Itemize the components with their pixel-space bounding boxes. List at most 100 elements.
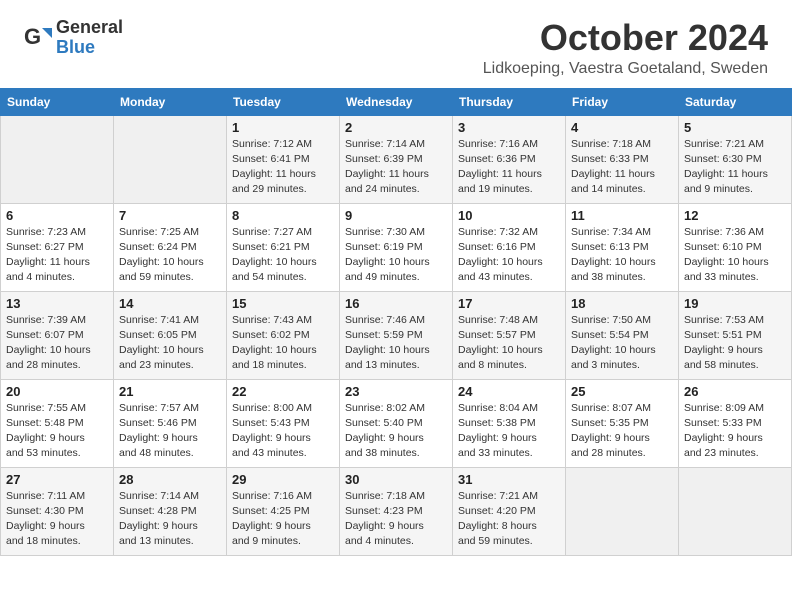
day-number: 28 (119, 472, 221, 487)
logo-general-text: General Blue (56, 18, 123, 58)
day-number: 27 (6, 472, 108, 487)
day-number: 12 (684, 208, 786, 223)
svg-text:G: G (24, 24, 41, 49)
day-info: Sunrise: 7:53 AM Sunset: 5:51 PM Dayligh… (684, 313, 786, 374)
logo: G General Blue (24, 18, 123, 58)
calendar-day-cell: 20Sunrise: 7:55 AM Sunset: 5:48 PM Dayli… (1, 379, 114, 467)
calendar-day-cell (114, 115, 227, 203)
calendar-day-cell: 10 Sunrise: 7:32 AM Sunset: 6:16 PM Dayli… (453, 203, 566, 291)
day-number: 7 (119, 208, 221, 223)
day-number: 14 (119, 296, 221, 311)
calendar-week-row: 1Sunrise: 7:12 AM Sunset: 6:41 PM Daylig… (1, 115, 792, 203)
calendar-day-cell: 13Sunrise: 7:39 AM Sunset: 6:07 PM Dayli… (1, 291, 114, 379)
day-info: Sunrise: 7:32 AM Sunset: 6:16 PM Dayligh… (458, 225, 560, 286)
day-number: 19 (684, 296, 786, 311)
day-info: Sunrise: 7:21 AM Sunset: 6:30 PM Dayligh… (684, 137, 786, 198)
day-number: 30 (345, 472, 447, 487)
calendar-day-cell (1, 115, 114, 203)
day-number: 6 (6, 208, 108, 223)
calendar-week-row: 6 Sunrise: 7:23 AM Sunset: 6:27 PM Daylig… (1, 203, 792, 291)
day-number: 18 (571, 296, 673, 311)
month-title: October 2024 (483, 18, 768, 58)
day-info: Sunrise: 7:27 AM Sunset: 6:21 PM Dayligh… (232, 225, 334, 286)
day-number: 25 (571, 384, 673, 399)
weekday-header-wednesday: Wednesday (340, 88, 453, 115)
day-number: 23 (345, 384, 447, 399)
calendar-table: SundayMondayTuesdayWednesdayThursdayFrid… (0, 88, 792, 556)
weekday-header-row: SundayMondayTuesdayWednesdayThursdayFrid… (1, 88, 792, 115)
weekday-header-tuesday: Tuesday (227, 88, 340, 115)
weekday-header-friday: Friday (566, 88, 679, 115)
day-info: Sunrise: 7:23 AM Sunset: 6:27 PM Dayligh… (6, 225, 108, 286)
day-number: 21 (119, 384, 221, 399)
calendar-day-cell: 30 Sunrise: 7:18 AM Sunset: 4:23 PM Dayli… (340, 467, 453, 555)
weekday-header-thursday: Thursday (453, 88, 566, 115)
day-number: 16 (345, 296, 447, 311)
calendar-day-cell: 18Sunrise: 7:50 AM Sunset: 5:54 PM Dayli… (566, 291, 679, 379)
calendar-week-row: 13Sunrise: 7:39 AM Sunset: 6:07 PM Dayli… (1, 291, 792, 379)
calendar-day-cell: 29Sunrise: 7:16 AM Sunset: 4:25 PM Dayli… (227, 467, 340, 555)
day-info: Sunrise: 7:43 AM Sunset: 6:02 PM Dayligh… (232, 313, 334, 374)
day-number: 11 (571, 208, 673, 223)
calendar-day-cell: 27 Sunrise: 7:11 AM Sunset: 4:30 PM Dayli… (1, 467, 114, 555)
day-info: Sunrise: 7:48 AM Sunset: 5:57 PM Dayligh… (458, 313, 560, 374)
day-number: 29 (232, 472, 334, 487)
location-title: Lidkoeping, Vaestra Goetaland, Sweden (483, 60, 768, 78)
calendar-day-cell: 3 Sunrise: 7:16 AM Sunset: 6:36 PM Daylig… (453, 115, 566, 203)
weekday-header-monday: Monday (114, 88, 227, 115)
calendar-day-cell (679, 467, 792, 555)
day-info: Sunrise: 7:21 AM Sunset: 4:20 PM Dayligh… (458, 489, 560, 550)
day-info: Sunrise: 8:04 AM Sunset: 5:38 PM Dayligh… (458, 401, 560, 462)
weekday-header-saturday: Saturday (679, 88, 792, 115)
calendar-day-cell: 1Sunrise: 7:12 AM Sunset: 6:41 PM Daylig… (227, 115, 340, 203)
weekday-header-sunday: Sunday (1, 88, 114, 115)
calendar-day-cell: 4 Sunrise: 7:18 AM Sunset: 6:33 PM Daylig… (566, 115, 679, 203)
calendar-day-cell: 8 Sunrise: 7:27 AM Sunset: 6:21 PM Daylig… (227, 203, 340, 291)
day-info: Sunrise: 7:25 AM Sunset: 6:24 PM Dayligh… (119, 225, 221, 286)
calendar-day-cell: 21Sunrise: 7:57 AM Sunset: 5:46 PM Dayli… (114, 379, 227, 467)
day-number: 9 (345, 208, 447, 223)
day-number: 3 (458, 120, 560, 135)
calendar-day-cell: 12 Sunrise: 7:36 AM Sunset: 6:10 PM Dayli… (679, 203, 792, 291)
calendar-day-cell: 15 Sunrise: 7:43 AM Sunset: 6:02 PM Dayli… (227, 291, 340, 379)
day-info: Sunrise: 7:11 AM Sunset: 4:30 PM Dayligh… (6, 489, 108, 550)
calendar-day-cell (566, 467, 679, 555)
title-section: October 2024 Lidkoeping, Vaestra Goetala… (483, 18, 768, 78)
day-number: 10 (458, 208, 560, 223)
day-info: Sunrise: 8:00 AM Sunset: 5:43 PM Dayligh… (232, 401, 334, 462)
calendar-day-cell: 2 Sunrise: 7:14 AM Sunset: 6:39 PM Daylig… (340, 115, 453, 203)
day-info: Sunrise: 7:18 AM Sunset: 4:23 PM Dayligh… (345, 489, 447, 550)
day-number: 8 (232, 208, 334, 223)
calendar-day-cell: 5Sunrise: 7:21 AM Sunset: 6:30 PM Daylig… (679, 115, 792, 203)
calendar-day-cell: 23Sunrise: 8:02 AM Sunset: 5:40 PM Dayli… (340, 379, 453, 467)
day-info: Sunrise: 7:18 AM Sunset: 6:33 PM Dayligh… (571, 137, 673, 198)
calendar-day-cell: 16Sunrise: 7:46 AM Sunset: 5:59 PM Dayli… (340, 291, 453, 379)
calendar-day-cell: 17 Sunrise: 7:48 AM Sunset: 5:57 PM Dayli… (453, 291, 566, 379)
day-number: 2 (345, 120, 447, 135)
day-number: 24 (458, 384, 560, 399)
day-number: 4 (571, 120, 673, 135)
day-info: Sunrise: 7:36 AM Sunset: 6:10 PM Dayligh… (684, 225, 786, 286)
calendar-day-cell: 6 Sunrise: 7:23 AM Sunset: 6:27 PM Daylig… (1, 203, 114, 291)
day-info: Sunrise: 7:41 AM Sunset: 6:05 PM Dayligh… (119, 313, 221, 374)
day-info: Sunrise: 7:39 AM Sunset: 6:07 PM Dayligh… (6, 313, 108, 374)
day-info: Sunrise: 8:07 AM Sunset: 5:35 PM Dayligh… (571, 401, 673, 462)
day-number: 26 (684, 384, 786, 399)
day-info: Sunrise: 7:14 AM Sunset: 6:39 PM Dayligh… (345, 137, 447, 198)
day-number: 15 (232, 296, 334, 311)
calendar-day-cell: 7 Sunrise: 7:25 AM Sunset: 6:24 PM Daylig… (114, 203, 227, 291)
calendar-week-row: 20Sunrise: 7:55 AM Sunset: 5:48 PM Dayli… (1, 379, 792, 467)
calendar-day-cell: 24 Sunrise: 8:04 AM Sunset: 5:38 PM Dayli… (453, 379, 566, 467)
calendar-day-cell: 9Sunrise: 7:30 AM Sunset: 6:19 PM Daylig… (340, 203, 453, 291)
calendar-day-cell: 25 Sunrise: 8:07 AM Sunset: 5:35 PM Dayli… (566, 379, 679, 467)
page-header: G General Blue October 2024 Lidkoeping, … (0, 0, 792, 88)
day-number: 31 (458, 472, 560, 487)
day-info: Sunrise: 7:34 AM Sunset: 6:13 PM Dayligh… (571, 225, 673, 286)
day-info: Sunrise: 7:16 AM Sunset: 6:36 PM Dayligh… (458, 137, 560, 198)
calendar-week-row: 27 Sunrise: 7:11 AM Sunset: 4:30 PM Dayli… (1, 467, 792, 555)
day-number: 17 (458, 296, 560, 311)
day-number: 22 (232, 384, 334, 399)
day-info: Sunrise: 7:55 AM Sunset: 5:48 PM Dayligh… (6, 401, 108, 462)
day-info: Sunrise: 8:09 AM Sunset: 5:33 PM Dayligh… (684, 401, 786, 462)
calendar-day-cell: 26 Sunrise: 8:09 AM Sunset: 5:33 PM Dayli… (679, 379, 792, 467)
